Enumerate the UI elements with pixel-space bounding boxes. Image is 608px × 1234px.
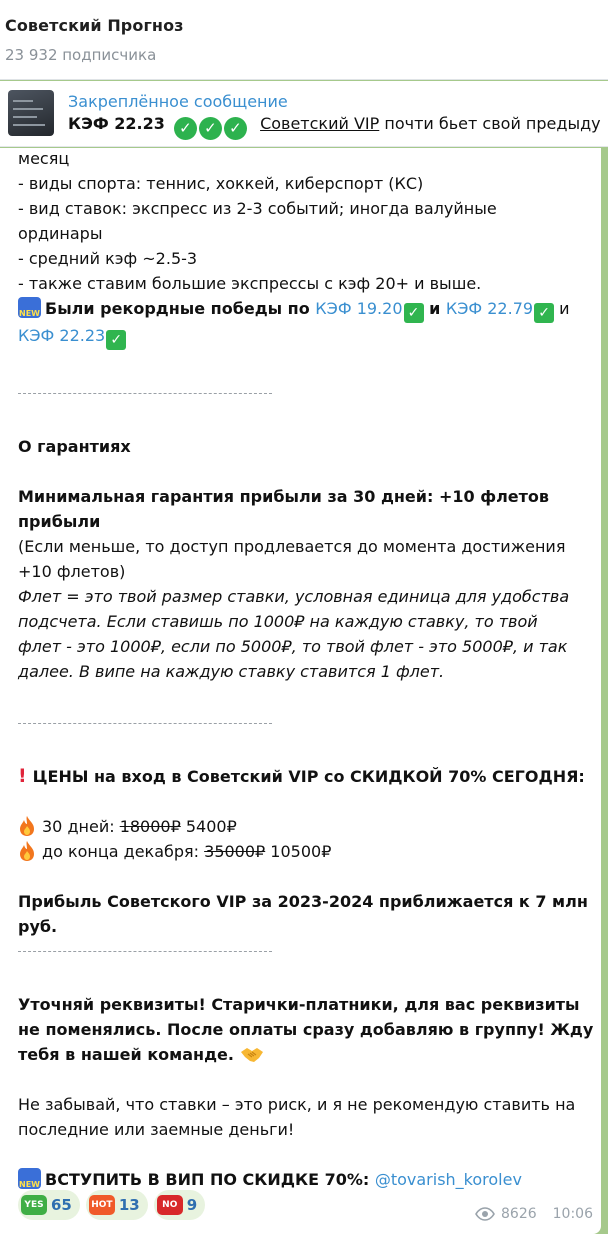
price-line: до конца декабря: 35000₽ 10500₽ <box>18 839 593 864</box>
kef-link[interactable]: КЭФ 22.79 <box>446 299 533 318</box>
channel-title: Советский Прогноз <box>5 16 184 35</box>
check-icons: ✓ ✓ ✓ <box>173 117 249 140</box>
text-line: далее. В випе на каждую ставку ставится … <box>18 662 445 681</box>
telegram-username-link[interactable]: @tovarish_korolev <box>375 1170 522 1189</box>
pinned-rest: почти бьет свой предыду <box>379 114 601 133</box>
reaction-no[interactable]: NO 9 <box>153 1190 206 1220</box>
eye-icon <box>475 1207 495 1221</box>
check-icon: ✓ <box>534 303 555 323</box>
pinned-link: Советский VIP <box>260 114 380 133</box>
text-line: Минимальная гарантия прибыли за 30 дней:… <box>18 487 550 506</box>
text-line: руб. <box>18 917 58 936</box>
kef-link[interactable]: КЭФ 22.23 <box>18 326 105 345</box>
new-emoji-icon <box>18 1168 41 1197</box>
yes-emoji-icon: YES <box>21 1195 47 1215</box>
price-line: 30 дней: 18000₽ 5400₽ <box>18 814 593 839</box>
pinned-message-bar[interactable]: Закреплённое сообщение КЭФ 22.23 ✓ ✓ ✓ Сов… <box>0 81 608 147</box>
text-line: - вид ставок: экспресс из 2-3 событий; и… <box>18 199 497 218</box>
pinned-thumbnail <box>8 90 54 136</box>
exclamation-icon: ! <box>18 765 27 787</box>
fire-icon <box>20 816 34 836</box>
reaction-count: 65 <box>51 1196 72 1214</box>
text-line: Прибыль Советского VIP за 2023-2024 приб… <box>18 892 588 911</box>
handshake-icon <box>240 1048 263 1062</box>
text-line: +10 флетов) <box>18 562 126 581</box>
records-line-2: КЭФ 22.23 ✓ <box>18 323 593 350</box>
channel-header[interactable]: Советский Прогноз 23 932 подписчика <box>0 0 608 80</box>
guarantee-heading: О гарантиях <box>18 437 131 456</box>
text-line: последние или заемные деньги! <box>18 1120 295 1139</box>
hot-emoji-icon: HOT <box>88 1195 115 1215</box>
pinned-title: Закреплённое сообщение <box>68 92 288 111</box>
reaction-count: 9 <box>186 1196 198 1214</box>
new-emoji-icon <box>18 297 41 326</box>
no-emoji-icon: NO <box>156 1195 183 1215</box>
text-line: - виды спорта: теннис, хоккей, киберспор… <box>18 174 424 193</box>
subscriber-count: 23 932 подписчика <box>5 46 157 64</box>
message-bubble: месяц - виды спорта: теннис, хоккей, киб… <box>0 148 601 1234</box>
view-count: 8626 <box>501 1206 537 1222</box>
join-line: ВСТУПИТЬ В ВИП ПО СКИДКЕ 70%: @tovarish_… <box>18 1167 593 1197</box>
reaction-yes[interactable]: YES 65 <box>18 1190 80 1220</box>
text-line: ординары <box>18 224 103 243</box>
text-line: (Если меньше, то доступ продлевается до … <box>18 537 566 556</box>
text-line: не поменялись. После оплаты сразу добавл… <box>18 1020 594 1039</box>
fire-icon <box>20 841 34 861</box>
records-line: Были рекордные победы по КЭФ 19.20✓ и КЭ… <box>18 296 593 326</box>
pinned-preview: КЭФ 22.23 ✓ ✓ ✓ Советский VIP почти бьет с… <box>68 114 601 140</box>
text-line: Уточняй реквизиты! Старички-платники, дл… <box>18 995 580 1014</box>
check-icon: ✓ <box>106 330 127 350</box>
text-line: Флет = это твой размер ставки, условная … <box>18 587 570 606</box>
text-line: тебя в нашей команде. <box>18 1042 593 1067</box>
pinned-kef: КЭФ 22.23 <box>68 114 165 133</box>
reactions-row: YES 65 HOT 13 NO 9 <box>18 1190 206 1220</box>
prices-heading: ! ЦЕНЫ на вход в Советский VIP со СКИДКОЙ… <box>18 765 585 787</box>
text-line: флет - это 1000₽, если по 5000₽, то твой… <box>18 637 568 656</box>
check-icon: ✓ <box>403 303 424 323</box>
reaction-count: 13 <box>118 1196 140 1214</box>
text-line: - также ставим большие экспрессы с кэф 2… <box>18 274 482 293</box>
text-line: месяц <box>18 149 70 168</box>
text-line: подсчета. Если ставишь по 1000₽ на кажду… <box>18 612 538 631</box>
message-text: месяц - виды спорта: теннис, хоккей, киб… <box>18 148 594 1197</box>
text-line: прибыли <box>18 512 101 531</box>
text-line: - средний кэф ~2.5-3 <box>18 249 198 268</box>
message-time: 10:06 <box>552 1206 593 1222</box>
text-line: Не забывай, что ставки – это риск, и я н… <box>18 1095 576 1114</box>
reaction-hot[interactable]: HOT 13 <box>85 1190 148 1220</box>
kef-link[interactable]: КЭФ 19.20 <box>315 299 402 318</box>
message-meta: 8626 10:06 <box>475 1206 593 1222</box>
